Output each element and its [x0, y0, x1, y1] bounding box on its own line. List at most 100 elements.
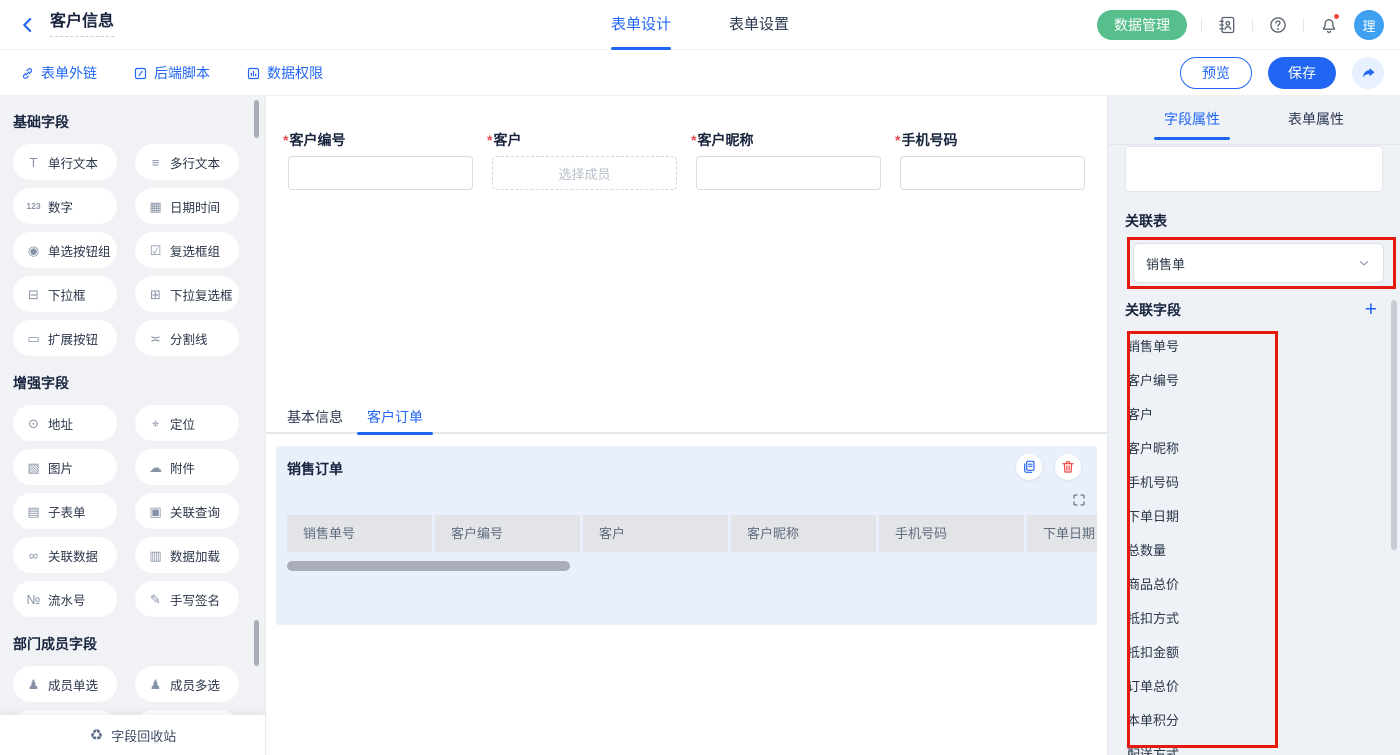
field-button-number[interactable]: 123数字 [13, 188, 117, 224]
header-tab-form-design[interactable]: 表单设计 [611, 0, 671, 50]
divider [1252, 18, 1253, 32]
field-button-member-single[interactable]: ♟成员单选 [13, 666, 117, 702]
preview-button[interactable]: 预览 [1180, 57, 1252, 89]
notification-bell-icon[interactable] [1318, 14, 1340, 36]
subform-column-header: 销售单号 [287, 515, 432, 552]
properties-tab-field[interactable]: 字段属性 [1154, 96, 1230, 144]
subform-column-header: 手机号码 [879, 515, 1024, 552]
subform-column-header: 客户编号 [435, 515, 580, 552]
single-line-text-icon: T [25, 156, 42, 169]
signature-icon: ✎ [147, 593, 164, 606]
field-button-label: 日期时间 [170, 197, 220, 216]
linked-field-item[interactable]: 手机号码 [1127, 466, 1382, 500]
dropdown-icon: ⊟ [25, 288, 42, 301]
form-field-text: *客户编号 [283, 132, 473, 190]
avatar[interactable]: 理 [1354, 10, 1384, 40]
field-button-label: 子表单 [48, 502, 86, 521]
linked-field-item[interactable]: 抵扣方式 [1127, 602, 1382, 636]
linked-field-item[interactable]: 总数量 [1127, 534, 1382, 568]
linked-field-item[interactable]: 下单日期 [1127, 500, 1382, 534]
field-button-radio-group[interactable]: ◉单选按钮组 [13, 232, 117, 268]
form-field-input[interactable] [288, 156, 473, 190]
multi-line-text-icon: ≡ [147, 156, 164, 169]
field-recycle-bin[interactable]: ♻ 字段回收站 [0, 715, 266, 755]
linked-field-item[interactable]: 客户编号 [1127, 364, 1382, 398]
field-button-address[interactable]: ⊙地址 [13, 405, 117, 441]
field-button-label: 关联查询 [170, 502, 220, 521]
canvas-tab-customer-orders[interactable]: 客户订单 [357, 400, 433, 434]
properties-scrollbar-thumb[interactable] [1391, 300, 1397, 550]
toolbar-link-backend-script[interactable]: 后端脚本 [133, 63, 210, 83]
linked-field-item[interactable]: 订单总价 [1127, 670, 1382, 704]
toolbar-link-data-permission[interactable]: 数据权限 [246, 63, 323, 83]
linked-field-item[interactable]: 商品总价 [1127, 568, 1382, 602]
subform-title: 销售订单 [287, 459, 343, 479]
field-button-signature[interactable]: ✎手写签名 [135, 581, 239, 617]
field-button-checkbox-group[interactable]: ☑复选框组 [135, 232, 239, 268]
chevron-left-icon [19, 16, 37, 34]
canvas-tabs: 基本信息客户订单 [277, 400, 433, 434]
header-tab-form-settings[interactable]: 表单设置 [729, 0, 789, 50]
field-button-subform[interactable]: ▤子表单 [13, 493, 117, 529]
data-manage-button[interactable]: 数据管理 [1097, 10, 1187, 40]
address-icon: ⊙ [25, 417, 42, 430]
add-linked-field-button[interactable]: + [1365, 302, 1377, 318]
linked-field-item[interactable]: 客户昵称 [1127, 432, 1382, 466]
copy-field-button[interactable] [1016, 454, 1042, 480]
field-name-input[interactable] [1125, 146, 1383, 192]
share-arrow-icon [1360, 65, 1377, 82]
image-icon: ▧ [25, 461, 42, 474]
sidebar-scrollbar-thumb[interactable] [254, 620, 259, 666]
linked-field-item[interactable]: 本单积分 [1127, 704, 1382, 738]
delete-field-button[interactable] [1055, 454, 1081, 480]
field-button-serial-number[interactable]: №流水号 [13, 581, 117, 617]
form-field-text: *手机号码 [895, 132, 1085, 190]
extend-button-icon: ▭ [25, 332, 42, 345]
form-field-input[interactable] [900, 156, 1085, 190]
form-field-input[interactable] [696, 156, 881, 190]
member-multi-icon: ♟ [147, 678, 164, 691]
linked-field-item[interactable]: 抵扣金额 [1127, 636, 1382, 670]
toolbar-link-label: 后端脚本 [154, 63, 210, 83]
sidebar-scrollbar-thumb[interactable] [254, 100, 259, 138]
linked-field-item[interactable]: 销售单号 [1127, 330, 1382, 364]
linked-table-label: 关联表 [1125, 213, 1382, 229]
field-button-member-multi[interactable]: ♟成员多选 [135, 666, 239, 702]
form-field-label-text: 手机号码 [901, 132, 957, 148]
field-button-linked-query[interactable]: ▣关联查询 [135, 493, 239, 529]
linked-fields-list: 销售单号客户编号客户客户昵称手机号码下单日期总数量商品总价抵扣方式抵扣金额订单总… [1127, 330, 1382, 755]
field-button-divider[interactable]: ≍分割线 [135, 320, 239, 356]
field-button-location[interactable]: ⌖定位 [135, 405, 239, 441]
field-button-datetime[interactable]: ▦日期时间 [135, 188, 239, 224]
subform-hscrollbar-thumb[interactable] [287, 561, 570, 571]
member-picker[interactable]: 选择成员 [492, 156, 677, 190]
share-button[interactable] [1352, 57, 1384, 89]
sidebar-section-title: 基础字段 [13, 114, 265, 130]
field-button-attachment[interactable]: ☁附件 [135, 449, 239, 485]
field-button-data-load[interactable]: ▥数据加载 [135, 537, 239, 573]
field-button-extend-button[interactable]: ▭ 扩展按钮 [13, 320, 117, 356]
field-button-image[interactable]: ▧图片 [13, 449, 117, 485]
field-button-linked-data[interactable]: ∞关联数据 [13, 537, 117, 573]
field-button-dropdown-multi[interactable]: ⊞下拉复选框 [135, 276, 239, 312]
properties-tab-form[interactable]: 表单属性 [1278, 96, 1354, 144]
field-button-label: 成员单选 [48, 675, 98, 694]
canvas-tab-basic-info[interactable]: 基本信息 [277, 400, 353, 434]
sidebar-section: 基础字段 T单行文本 ≡多行文本 123数字 ▦日期时间 ◉单选按钮组 ☑复选框组 ⊟下拉框 ⊞… [13, 114, 265, 356]
linked-field-item[interactable]: 客户 [1127, 398, 1382, 432]
page-title[interactable]: 客户信息 [50, 13, 114, 37]
help-icon[interactable] [1267, 14, 1289, 36]
linked-field-item[interactable]: 配送方式 [1127, 738, 1382, 755]
field-button-multi-line-text[interactable]: ≡多行文本 [135, 144, 239, 180]
copy-icon [1021, 459, 1037, 475]
field-button-dropdown[interactable]: ⊟下拉框 [13, 276, 117, 312]
chevron-down-icon [1357, 256, 1371, 270]
field-button-single-line-text[interactable]: T单行文本 [13, 144, 117, 180]
linked-table-select[interactable]: 销售单 [1133, 243, 1384, 283]
back-button[interactable] [18, 15, 38, 35]
subform-sales-order-panel[interactable]: 销售订单 销售单号客户编号客户客户昵称手机号码下单日期 [276, 446, 1097, 625]
save-button[interactable]: 保存 [1268, 57, 1336, 89]
toolbar-link-external-link[interactable]: 表单外链 [20, 63, 97, 83]
address-book-icon[interactable] [1216, 14, 1238, 36]
field-button-label: 扩展按钮 [48, 329, 98, 348]
